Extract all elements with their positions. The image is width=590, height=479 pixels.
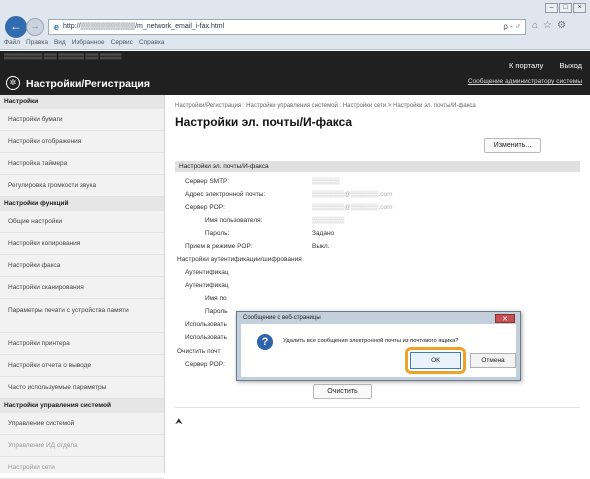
sidebar-item-printer[interactable]: Настройки принтера	[0, 333, 164, 355]
row-label: Использовать	[185, 334, 227, 341]
sidebar-item-volume[interactable]: Регулировка громкости звука	[0, 175, 164, 197]
url-text: http://▒▒▒▒▒▒▒▒▒▒▒/m_network_email_i-fax…	[63, 23, 225, 30]
row-value: ▒▒▒▒▒▒▒	[312, 217, 345, 224]
menu-help[interactable]: Справка	[139, 39, 165, 46]
sidebar: Настройки Настройки бумаги Настройки ото…	[0, 95, 165, 479]
dialog-message: Удалить все сообщения электронной почты …	[283, 338, 459, 344]
address-bar[interactable]: e http://▒▒▒▒▒▒▒▒▒▒▒/m_network_email_i-f…	[48, 19, 526, 35]
sidebar-item-department-id[interactable]: Управление ИД отдела	[0, 435, 164, 457]
clear-button[interactable]: Очистить	[313, 384, 372, 399]
minimize-button[interactable]: –	[545, 3, 558, 13]
cancel-button[interactable]: Отмена	[470, 353, 516, 368]
row-label: Сервер SMTP:	[185, 178, 230, 185]
sidebar-item-memory-print[interactable]: Параметры печати с устройства памяти	[0, 299, 164, 333]
portal-link[interactable]: К порталу	[509, 61, 543, 70]
row-value: Выкл.	[312, 243, 330, 250]
sidebar-item-scan[interactable]: Настройки сканирования	[0, 277, 164, 299]
question-icon: ?	[257, 334, 273, 350]
forward-arrow-icon[interactable]: →	[26, 18, 44, 36]
favorites-star-icon[interactable]: ☆	[543, 20, 552, 31]
ok-button[interactable]: ОК	[410, 352, 461, 369]
dialog-close-button[interactable]: ✕	[495, 314, 515, 323]
dialog-title: Сообщение с веб-страницы	[243, 315, 321, 321]
row-value: Задано	[312, 230, 335, 237]
page-title: Настройки эл. почты/И-факса	[175, 115, 353, 129]
row-label: Прием в режиме POP:	[185, 243, 253, 250]
row-label: Адрес электронной почты:	[185, 191, 266, 198]
menu-tools[interactable]: Сервис	[111, 39, 133, 46]
sidebar-item-paper[interactable]: Настройки бумаги	[0, 109, 164, 131]
row-label: Имя пользователя:	[205, 217, 263, 224]
sidebar-item-output-report[interactable]: Настройки отчета о выводе	[0, 355, 164, 377]
row-label: Сервер POP:	[185, 361, 225, 368]
sidebar-heading-system: Настройки управления системой	[0, 399, 164, 413]
sidebar-item-favorites[interactable]: Часто используемые параметры	[0, 377, 164, 399]
row-value: ▒▒▒▒▒▒▒@▒▒▒▒▒▒.com	[312, 204, 393, 211]
dialog-body: ? Удалить все сообщения электронной почт…	[241, 324, 516, 377]
row-value: ▒▒▒▒▒▒	[312, 178, 340, 185]
sidebar-item-display[interactable]: Настройки отображения	[0, 131, 164, 153]
admin-message-link[interactable]: Сообщение администратору системы	[468, 78, 582, 85]
menu-file[interactable]: Файл	[4, 39, 20, 46]
breadcrumb: Настройки/Регистрация : Настройки управл…	[175, 103, 476, 109]
window-controls: – □ ×	[545, 3, 586, 13]
page-brand-title: Настройки/Регистрация	[26, 78, 150, 90]
divider	[175, 407, 580, 408]
page-header: ▒▒▒▒▒▒▒▒▒ ▒▒▒ ▒▒▒▒▒▒ ▒▒▒ ▒▒▒▒▒ ✲ Настрой…	[0, 51, 590, 95]
menu-bar: Файл Правка Вид Избранное Сервис Справка	[4, 39, 164, 46]
row-label: Использовать	[185, 321, 227, 328]
menu-view[interactable]: Вид	[54, 39, 66, 46]
browser-chrome: – □ × ← → e http://▒▒▒▒▒▒▒▒▒▒▒/m_network…	[0, 0, 590, 50]
section-heading: Настройки эл. почты/И-факса	[175, 161, 580, 172]
confirm-dialog: Сообщение с веб-страницы ✕ ? Удалить все…	[236, 311, 521, 381]
sidebar-heading-settings: Настройки	[0, 95, 164, 109]
header-user-info: ▒▒▒▒▒▒▒▒▒ ▒▒▒ ▒▒▒▒▒▒ ▒▒▒ ▒▒▒▒▒	[4, 54, 122, 60]
menu-favorites[interactable]: Избранное	[72, 39, 105, 46]
row-label: Аутентификац	[185, 269, 229, 276]
back-arrow-icon[interactable]: ←	[5, 16, 27, 38]
maximize-button[interactable]: □	[559, 3, 572, 13]
sidebar-heading-functions: Настройки функций	[0, 197, 164, 211]
row-label: Сервер POP:	[185, 204, 225, 211]
logout-link[interactable]: Выход	[560, 61, 582, 70]
row-label: Пароль	[205, 308, 228, 315]
sidebar-item-network[interactable]: Настройки сети	[0, 457, 164, 479]
ie-logo-icon: e	[54, 22, 60, 32]
header-links: К порталу Выход	[509, 61, 582, 70]
sidebar-item-fax[interactable]: Настройки факса	[0, 255, 164, 277]
search-refresh-icon[interactable]: ρ - ♂	[503, 20, 521, 34]
close-window-button[interactable]: ×	[573, 3, 586, 13]
row-label: Имя по	[205, 295, 227, 302]
main-content: Настройки/Регистрация : Настройки управл…	[165, 95, 590, 473]
row-label: Пароль:	[205, 230, 230, 237]
sidebar-item-copy[interactable]: Настройки копирования	[0, 233, 164, 255]
row-label: Очистить почт	[177, 348, 221, 355]
row-label: Аутентификац	[185, 282, 229, 289]
settings-brand-icon: ✲	[6, 76, 20, 90]
home-icon[interactable]: ⌂	[532, 20, 538, 31]
menu-edit[interactable]: Правка	[26, 39, 48, 46]
settings-gear-icon[interactable]: ⚙	[557, 20, 566, 31]
sidebar-item-general[interactable]: Общие настройки	[0, 211, 164, 233]
browser-toolbar-icons: ⌂ ☆ ⚙	[532, 20, 566, 31]
sidebar-item-timer[interactable]: Настройка таймера	[0, 153, 164, 175]
back-to-top-icon[interactable]: ⮝	[175, 416, 183, 427]
sidebar-item-system-management[interactable]: Управление системой	[0, 413, 164, 435]
row-value: ▒▒▒▒▒▒▒@▒▒▒▒▒▒.com	[312, 191, 393, 198]
auth-heading-label: Настройки аутентификации/шифрования	[177, 256, 302, 263]
edit-button[interactable]: Изменить...	[484, 138, 541, 153]
